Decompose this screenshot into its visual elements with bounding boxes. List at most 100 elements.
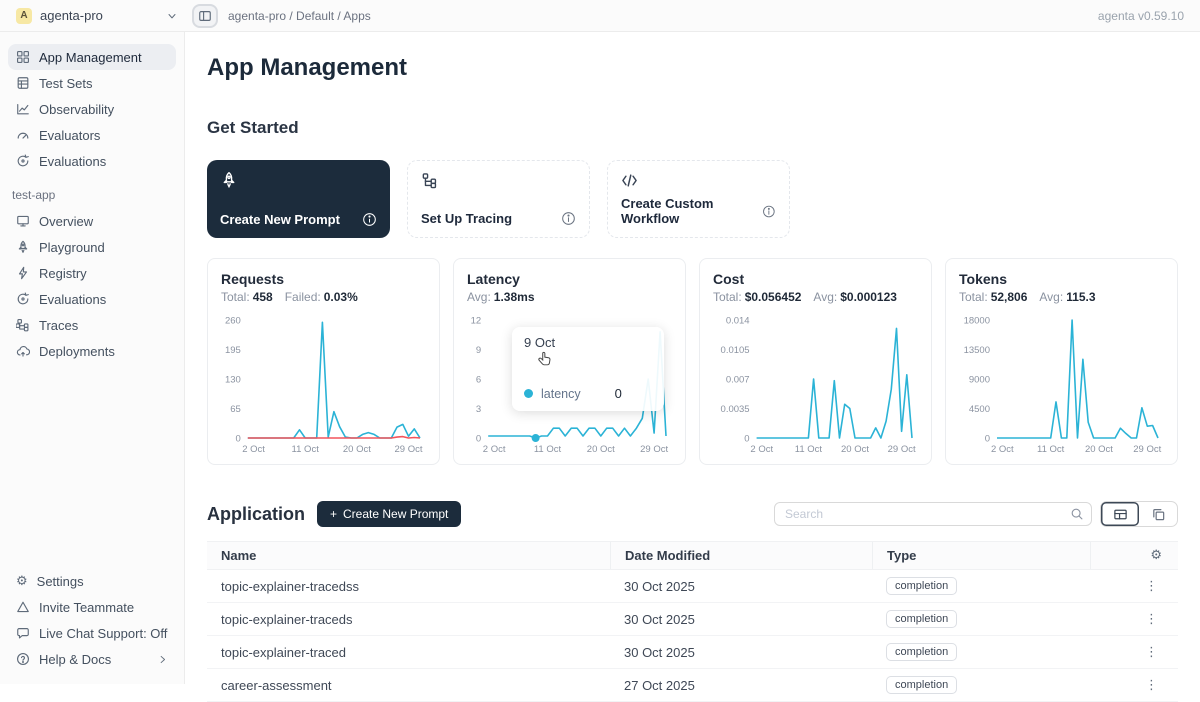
table-row[interactable]: topic-explainer-tracedss 30 Oct 2025 com… <box>207 570 1178 603</box>
cost-card: Cost Total:$0.056452 Avg:$0.000123 00.00… <box>699 258 932 465</box>
workspace-selector[interactable]: A agenta-pro <box>16 8 178 24</box>
chart-stats: Total:52,806 Avg:115.3 <box>959 290 1164 304</box>
svg-text:2 Oct: 2 Oct <box>991 444 1014 455</box>
top-bar: A agenta-pro agenta-pro / Default / Apps… <box>0 0 1200 32</box>
app-date: 30 Oct 2025 <box>610 612 872 627</box>
svg-text:0: 0 <box>476 434 481 445</box>
set-up-tracing-card[interactable]: Set Up Tracing <box>407 160 590 238</box>
evaluations-icon <box>16 154 30 168</box>
type-badge: completion <box>886 610 957 628</box>
svg-text:18000: 18000 <box>964 316 990 327</box>
kebab-menu-icon[interactable]: ⋮ <box>1143 611 1160 628</box>
tokens-chart[interactable]: 04500900013500180002 Oct11 Oct20 Oct29 O… <box>959 312 1166 458</box>
metrics-cards: Requests Total:458 Failed:0.03% 06513019… <box>207 258 1178 465</box>
table-view-icon <box>1113 507 1128 522</box>
app-version: agenta v0.59.10 <box>1098 9 1184 23</box>
rocket-icon <box>16 240 30 254</box>
sidebar-footer: ⚙ Settings Invite Teammate Live Chat Sup… <box>8 568 176 676</box>
code-icon <box>621 172 638 189</box>
search-icon[interactable] <box>1070 507 1084 521</box>
table-view-button[interactable] <box>1101 502 1139 526</box>
sidebar-item-live-chat-support[interactable]: Live Chat Support: Off <box>8 620 176 646</box>
observability-icon <box>16 102 30 116</box>
sidebar-section-label: test-app <box>12 188 172 202</box>
chart-title: Requests <box>221 271 426 287</box>
sidebar-item-traces[interactable]: Traces <box>8 312 176 338</box>
svg-text:11 Oct: 11 Oct <box>534 444 562 455</box>
app-name: topic-explainer-tracedss <box>207 579 610 594</box>
type-badge: completion <box>886 676 957 694</box>
search-box <box>774 502 1092 526</box>
create-custom-workflow-card[interactable]: Create Custom Workflow <box>607 160 790 238</box>
svg-text:130: 130 <box>225 375 241 386</box>
create-new-prompt-card[interactable]: Create New Prompt <box>207 160 390 238</box>
column-type[interactable]: Type <box>872 542 1090 569</box>
svg-text:2 Oct: 2 Oct <box>242 444 265 455</box>
svg-text:13500: 13500 <box>964 345 990 356</box>
app-date: 30 Oct 2025 <box>610 645 872 660</box>
sidebar-item-evaluations-app[interactable]: Evaluations <box>8 286 176 312</box>
sidebar-item-app-management[interactable]: App Management <box>8 44 176 70</box>
sidebar-item-registry[interactable]: Registry <box>8 260 176 286</box>
search-input[interactable] <box>774 502 1092 526</box>
requests-card: Requests Total:458 Failed:0.03% 06513019… <box>207 258 440 465</box>
sidebar-item-help-docs[interactable]: Help & Docs <box>8 646 176 672</box>
column-date-modified[interactable]: Date Modified <box>610 542 872 569</box>
create-new-prompt-button[interactable]: + Create New Prompt <box>317 501 461 527</box>
sidebar-item-invite-teammate[interactable]: Invite Teammate <box>8 594 176 620</box>
info-icon[interactable] <box>762 204 776 219</box>
svg-text:20 Oct: 20 Oct <box>343 444 371 455</box>
gauge-icon <box>16 128 30 142</box>
series-dot <box>524 389 533 398</box>
info-icon[interactable] <box>362 212 377 227</box>
svg-text:12: 12 <box>471 316 482 327</box>
sidebar-item-test-sets[interactable]: Test Sets <box>8 70 176 96</box>
monitor-icon <box>16 214 30 228</box>
chart-title: Cost <box>713 271 918 287</box>
grid-icon <box>16 50 30 64</box>
svg-text:20 Oct: 20 Oct <box>1085 444 1113 455</box>
tooltip-date: 9 Oct <box>524 335 652 350</box>
cost-chart[interactable]: 00.00350.0070.01050.0142 Oct11 Oct20 Oct… <box>713 312 920 458</box>
view-toggle <box>1100 501 1178 527</box>
tooltip-value: 0 <box>615 386 622 401</box>
sidebar-item-deployments[interactable]: Deployments <box>8 338 176 364</box>
svg-text:2 Oct: 2 Oct <box>483 444 506 455</box>
app-date: 30 Oct 2025 <box>610 579 872 594</box>
svg-text:195: 195 <box>225 345 241 356</box>
sidebar-item-settings[interactable]: ⚙ Settings <box>8 568 176 594</box>
requests-chart[interactable]: 0651301952602 Oct11 Oct20 Oct29 Oct <box>221 312 428 458</box>
sidebar-item-observability[interactable]: Observability <box>8 96 176 122</box>
sidebar-item-overview[interactable]: Overview <box>8 208 176 234</box>
sidebar-item-evaluators[interactable]: Evaluators <box>8 122 176 148</box>
app-name: career-assessment <box>207 678 610 693</box>
chart-tooltip: 9 Oct latency 0 <box>512 327 664 411</box>
traces-icon <box>16 318 30 332</box>
info-icon[interactable] <box>561 211 576 226</box>
sidebar-item-evaluations[interactable]: Evaluations <box>8 148 176 174</box>
sidebar-toggle-button[interactable] <box>192 4 218 28</box>
column-name[interactable]: Name <box>207 542 610 569</box>
panel-left-icon <box>198 9 212 23</box>
chart-title: Latency <box>467 271 672 287</box>
svg-text:4500: 4500 <box>969 404 990 415</box>
table-row[interactable]: career-assessment 27 Oct 2025 completion… <box>207 669 1178 702</box>
kebab-menu-icon[interactable]: ⋮ <box>1143 644 1160 661</box>
app-name: topic-explainer-traced <box>207 645 610 660</box>
breadcrumb: agenta-pro / Default / Apps <box>228 9 371 23</box>
test-sets-icon <box>16 76 30 90</box>
table-row[interactable]: topic-explainer-traceds 30 Oct 2025 comp… <box>207 603 1178 636</box>
svg-text:9: 9 <box>476 345 481 356</box>
get-started-cards: Create New Prompt Set Up Tracing Create … <box>207 160 1178 238</box>
kebab-menu-icon[interactable]: ⋮ <box>1143 677 1160 694</box>
gear-icon: ⚙ <box>16 575 28 588</box>
rocket-icon <box>220 171 238 189</box>
card-view-icon <box>1151 507 1166 522</box>
kebab-menu-icon[interactable]: ⋮ <box>1143 578 1160 595</box>
sidebar-item-playground[interactable]: Playground <box>8 234 176 260</box>
table-row[interactable]: topic-explainer-traced 30 Oct 2025 compl… <box>207 636 1178 669</box>
gear-icon[interactable]: ⚙ <box>1150 549 1162 562</box>
tracing-icon <box>421 172 438 189</box>
svg-text:6: 6 <box>476 375 481 386</box>
card-view-button[interactable] <box>1139 502 1177 526</box>
